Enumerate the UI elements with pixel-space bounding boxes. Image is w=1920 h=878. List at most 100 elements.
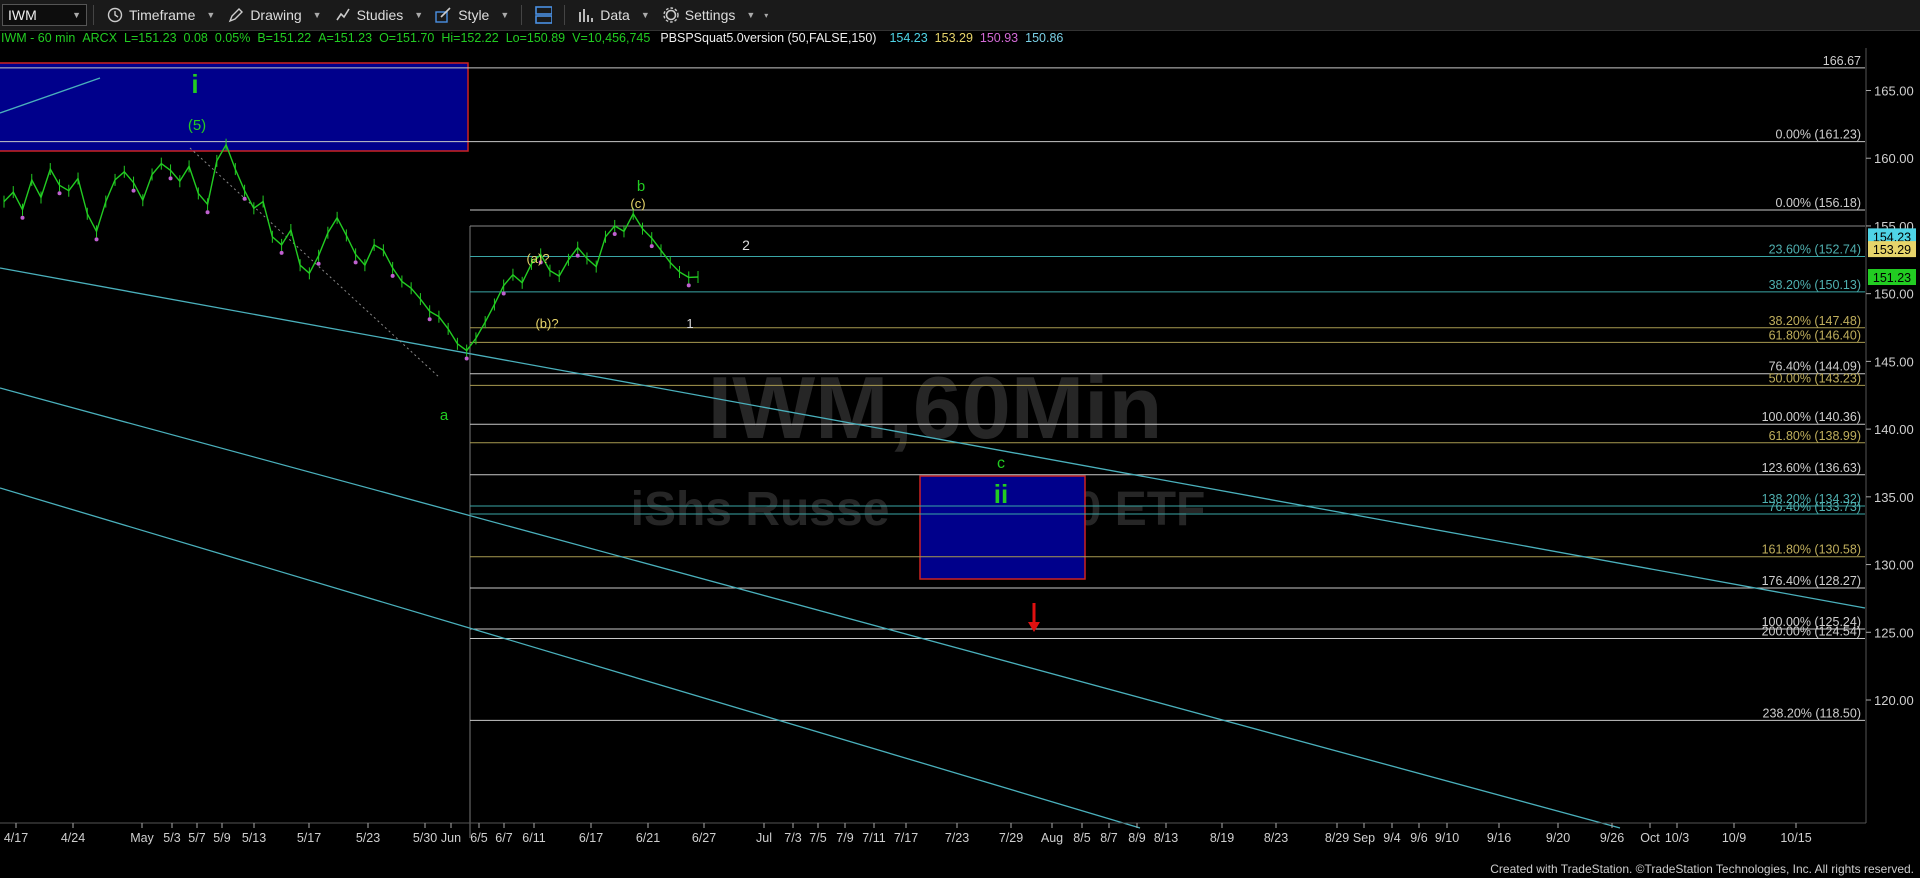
time-axis-label: 6/5	[470, 831, 487, 845]
wave-label: 1	[686, 316, 693, 331]
price-axis-label: 140.00	[1874, 422, 1914, 437]
time-axis-label: 5/9	[213, 831, 230, 845]
time-axis-label: 8/9	[1128, 831, 1145, 845]
price-axis-label: 160.00	[1874, 151, 1914, 166]
fib-level-label: 238.20% (118.50)	[1763, 706, 1861, 720]
settings-label: Settings	[684, 7, 736, 23]
time-axis-label: Aug	[1041, 831, 1063, 845]
time-axis-label: 7/11	[862, 831, 885, 845]
time-axis-label: 9/26	[1600, 831, 1624, 845]
time-axis-label: Oct	[1640, 831, 1660, 845]
study-dot	[168, 176, 173, 181]
fib-level-label: 23.60% (152.74)	[1769, 243, 1861, 257]
study-dot	[686, 283, 691, 288]
timeframe-button[interactable]: Timeframe ▼	[100, 6, 221, 24]
study-value-2: 153.29	[934, 31, 973, 45]
volume: V=10,456,745	[572, 31, 651, 45]
study-dot	[316, 261, 321, 266]
gear-icon	[662, 6, 680, 24]
time-axis-label: 6/27	[692, 831, 716, 845]
chevron-down-icon: ▼	[640, 10, 650, 20]
time-axis-label: 6/7	[495, 831, 512, 845]
study-value-4: 150.86	[1025, 31, 1064, 45]
time-axis-label: 8/7	[1100, 831, 1117, 845]
time-axis-label: 7/29	[999, 831, 1023, 845]
time-axis-label: 9/6	[1410, 831, 1427, 845]
study-dot	[131, 188, 136, 193]
chevron-down-icon: ▼	[746, 10, 756, 20]
fib-level-label: 38.20% (147.48)	[1769, 314, 1861, 328]
fib-level-label: 123.60% (136.63)	[1762, 461, 1861, 475]
study-dot	[242, 196, 247, 201]
settings-button[interactable]: Settings ▼ ▾	[656, 6, 775, 24]
wave-label: (b)?	[535, 316, 558, 331]
study-dot	[612, 231, 617, 236]
symbol-value: IWM	[8, 7, 37, 23]
time-axis-label: 6/21	[636, 831, 660, 845]
time-axis-label: 8/23	[1264, 831, 1288, 845]
chevron-down-icon: ▼	[312, 10, 322, 20]
wave-label: a	[440, 407, 449, 424]
style-label: Style	[458, 7, 490, 23]
fib-level-label: 176.40% (128.27)	[1762, 574, 1861, 588]
data-button[interactable]: Data ▼	[571, 6, 656, 24]
time-axis-label: Sep	[1353, 831, 1375, 845]
study-dot	[649, 244, 654, 249]
wave-label: 2	[742, 237, 750, 253]
time-axis-label: 4/17	[4, 831, 28, 845]
time-axis-label: 7/17	[894, 831, 918, 845]
price-line	[3, 143, 699, 352]
time-axis-label: 5/30	[413, 831, 437, 845]
chevron-down-icon: ▼	[206, 10, 216, 20]
study-dot	[427, 317, 432, 322]
fib-level-label: 50.00% (143.23)	[1769, 371, 1861, 385]
time-axis-label: 5/13	[242, 831, 266, 845]
fib-level-label: 0.00% (156.18)	[1776, 196, 1861, 210]
time-axis-label: 7/5	[809, 831, 826, 845]
time-axis-label: 8/5	[1073, 831, 1090, 845]
time-axis-label: 8/13	[1154, 831, 1178, 845]
exchange-label: ARCX	[82, 31, 118, 45]
time-axis-label: 9/10	[1435, 831, 1459, 845]
watermark-symbol: IWM,60Min	[708, 358, 1163, 457]
time-axis-label: 8/29	[1325, 831, 1349, 845]
symbol-selector[interactable]: IWM ▼	[2, 4, 87, 26]
study-dot	[57, 191, 62, 196]
studies-icon	[334, 6, 352, 24]
watermark-description: iShs Russe	[631, 483, 890, 536]
high-price: Hi=152.22	[441, 31, 499, 45]
study-dot	[464, 356, 469, 361]
bar-chart-icon	[577, 6, 595, 24]
down-arrow-icon	[1028, 603, 1040, 632]
pencil-icon	[227, 6, 245, 24]
toolbar-divider	[93, 5, 94, 25]
time-axis-label: 5/17	[297, 831, 321, 845]
chart-title: IWM - 60 min	[1, 31, 76, 45]
time-axis-label: 6/11	[522, 831, 545, 845]
wave-label: (a)?	[526, 251, 549, 266]
style-button[interactable]: Style ▼	[429, 6, 515, 24]
toolbar-divider	[564, 5, 566, 25]
wave-label: c	[997, 455, 1005, 472]
studies-button[interactable]: Studies ▼	[328, 6, 430, 24]
fib-level-label: 38.20% (150.13)	[1769, 278, 1861, 292]
wave-label: ii	[994, 479, 1008, 509]
study-value-1: 154.23	[889, 31, 928, 45]
fib-level-label: 161.80% (130.58)	[1762, 543, 1861, 557]
study-dot	[501, 291, 506, 296]
time-axis-label: 9/20	[1546, 831, 1570, 845]
study-value-3: 150.93	[979, 31, 1019, 45]
time-axis-label: 9/16	[1487, 831, 1511, 845]
toolbar-divider	[521, 5, 523, 25]
timeframe-label: Timeframe	[129, 7, 196, 23]
time-axis-label: 9/4	[1383, 831, 1400, 845]
fib-level-label: 61.80% (146.40)	[1769, 328, 1861, 342]
window-layout-button[interactable]	[528, 6, 558, 24]
price-axis-label: 145.00	[1874, 354, 1914, 369]
ask-price: A=151.23	[318, 31, 373, 45]
price-chart[interactable]: IWM,60Min iShs Russe 0 ETF 166.67 0.00% (…	[0, 48, 1920, 878]
chevron-down-icon: ▼	[414, 10, 424, 20]
price-axis-label: 125.00	[1874, 625, 1914, 640]
drawing-button[interactable]: Drawing ▼	[221, 6, 327, 24]
wave-label: (5)	[188, 117, 206, 134]
